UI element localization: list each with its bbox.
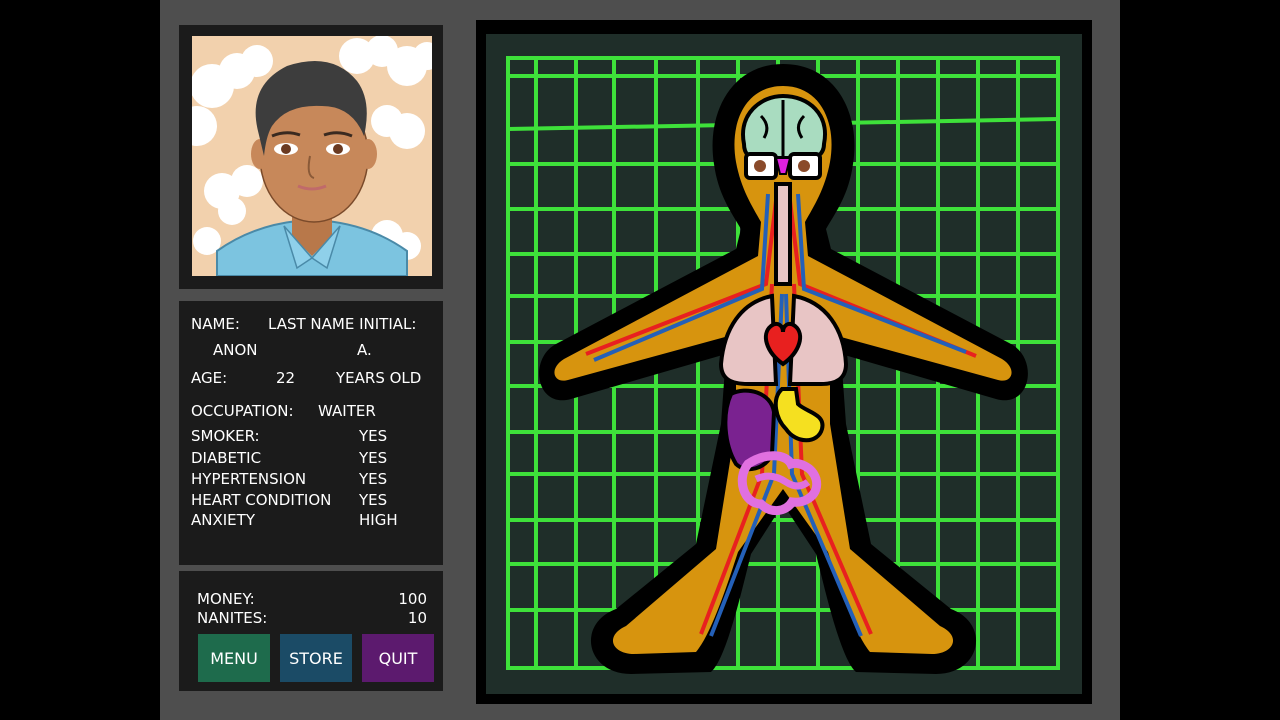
resources-panel: MONEY: 100 NANITES: 10 MENU STORE QUIT [179, 571, 443, 691]
money-value: 100 [398, 590, 427, 608]
body-scan-view [486, 34, 1082, 694]
body-scan-svg [506, 56, 1060, 674]
brain [741, 93, 827, 161]
condition-value-hypertension: YES [359, 470, 388, 488]
condition-value-smoker: YES [359, 427, 388, 445]
money-label: MONEY: [197, 590, 255, 608]
condition-label-hypertension: HYPERTENSION [191, 470, 307, 488]
condition-value-heart: YES [359, 491, 388, 509]
occupation-label: OCCUPATION: [191, 402, 294, 420]
menu-button[interactable]: MENU [198, 634, 270, 682]
condition-label-diabetic: DIABETIC [191, 449, 262, 467]
nanites-value: 10 [407, 609, 427, 627]
patient-avatar [192, 36, 432, 276]
nanites-label: NANITES: [197, 609, 268, 627]
occupation-value: WAITER [318, 402, 376, 420]
age-unit: YEARS OLD [336, 369, 422, 387]
last-initial-value: A. [357, 341, 372, 359]
eyes [744, 152, 822, 180]
store-button[interactable]: STORE [280, 634, 352, 682]
body-scan-frame [476, 20, 1092, 704]
portrait-frame [179, 25, 443, 289]
condition-label-anxiety: ANXIETY [191, 511, 255, 529]
condition-value-diabetic: YES [359, 449, 388, 467]
quit-button[interactable]: QUIT [362, 634, 434, 682]
age-label: AGE: [191, 369, 228, 387]
condition-label-heart: HEART CONDITION [191, 491, 332, 509]
condition-label-smoker: SMOKER: [191, 427, 260, 445]
trachea [774, 182, 792, 286]
name-label: NAME: [191, 315, 240, 333]
patient-portrait [192, 36, 432, 276]
age-value: 22 [276, 369, 296, 387]
patient-stats-panel: NAME: LAST NAME INITIAL: ANON A. AGE: 22… [179, 301, 443, 565]
condition-value-anxiety: HIGH [359, 511, 398, 529]
last-initial-label: LAST NAME INITIAL: [268, 315, 417, 333]
name-value: ANON [213, 341, 258, 359]
